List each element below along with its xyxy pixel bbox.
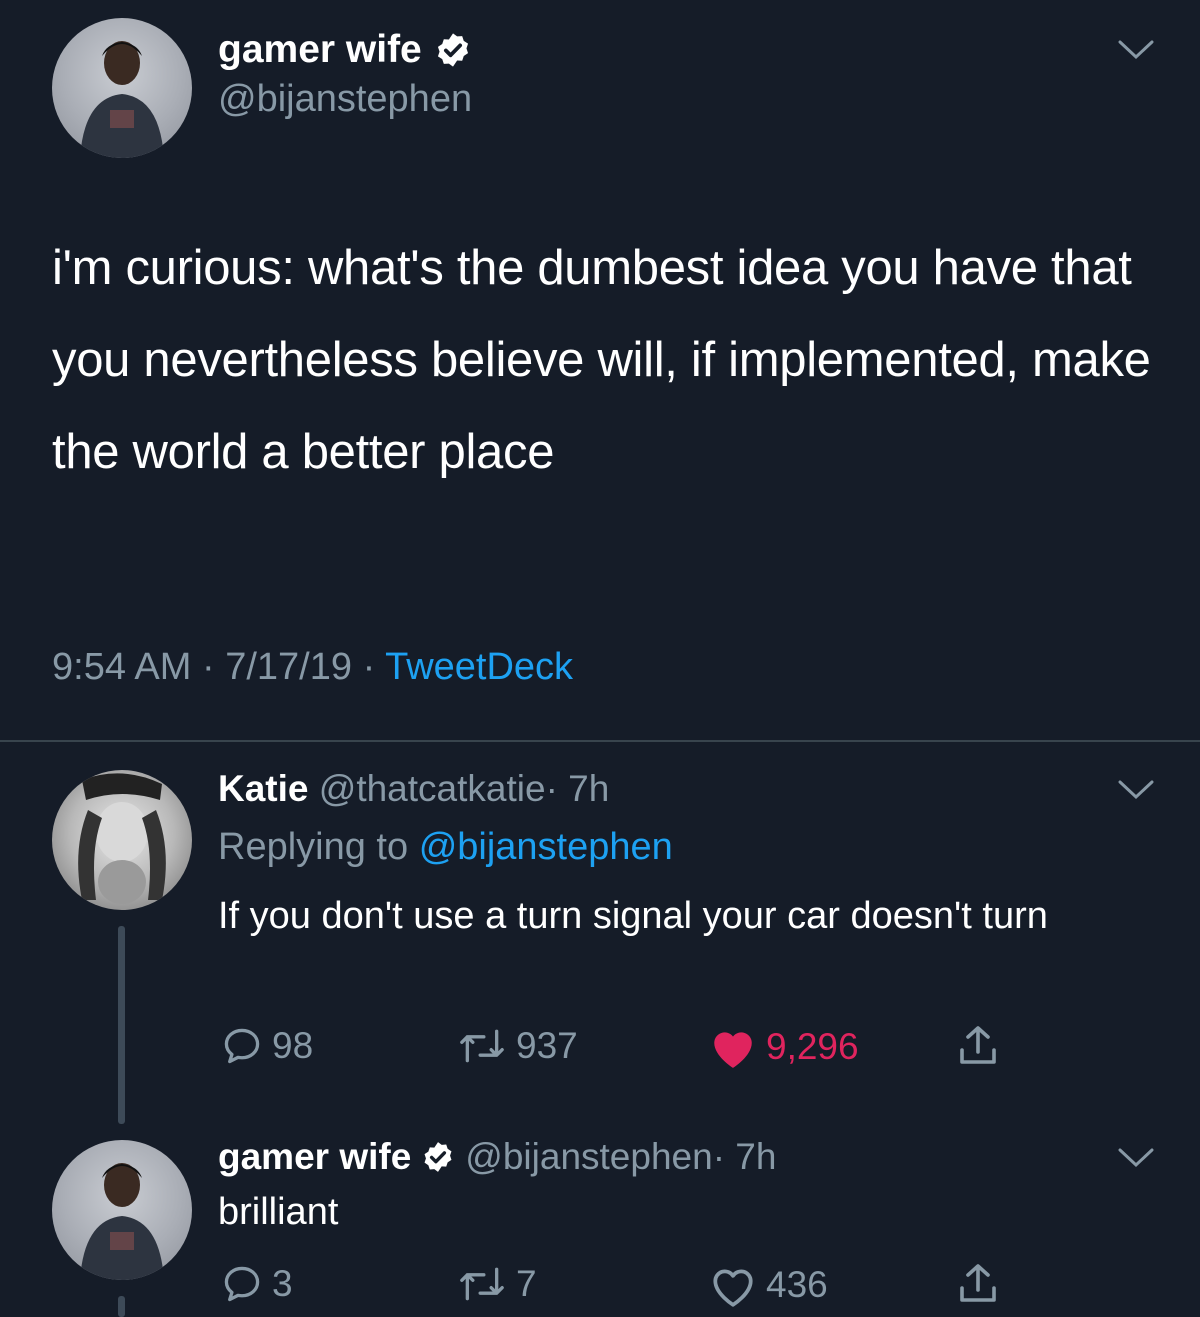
- reply-menu-chevron-icon[interactable]: [1116, 778, 1156, 802]
- person-silhouette-icon: [80, 1163, 164, 1280]
- comment-icon: [224, 1028, 260, 1064]
- verified-badge-icon: [434, 31, 472, 69]
- reply-count: 3: [272, 1263, 293, 1304]
- retweet-action[interactable]: 7: [456, 1262, 537, 1306]
- divider: [0, 740, 1200, 742]
- tweet-menu-chevron-icon[interactable]: [1116, 38, 1156, 62]
- like-count: 9,296: [766, 1026, 859, 1067]
- replying-to-prefix: Replying to: [218, 826, 409, 868]
- share-icon: [960, 1026, 996, 1064]
- reply-handle[interactable]: @thatcatkatie: [319, 768, 546, 809]
- replying-to-link[interactable]: @bijanstephen: [419, 826, 673, 868]
- reply-display-name[interactable]: gamer wife: [218, 1136, 411, 1178]
- reply-count: 98: [272, 1025, 314, 1066]
- thread-line: [118, 926, 125, 1124]
- reply-action[interactable]: 98: [220, 1024, 313, 1068]
- reply-age: · 7h: [712, 1136, 777, 1177]
- tweet-metadata: 9:54 AM · 7/17/19 · TweetDeck: [52, 646, 573, 689]
- like-count: 436: [766, 1264, 828, 1305]
- reply-age: · 7h: [545, 768, 610, 809]
- reply-display-name[interactable]: Katie: [218, 768, 308, 809]
- retweet-icon: [460, 1029, 504, 1063]
- reply-avatar[interactable]: [52, 770, 192, 910]
- meta-separator: ·: [201, 646, 215, 688]
- heart-filled-icon: [714, 1032, 752, 1068]
- retweet-count: 7: [516, 1263, 537, 1304]
- tweet-time: 9:54 AM: [52, 646, 192, 688]
- verified-badge-icon: [421, 1140, 455, 1174]
- meta-separator: ·: [362, 646, 376, 688]
- person-with-cat-icon: [78, 773, 166, 904]
- author-name-text: gamer wife: [218, 28, 422, 71]
- replying-to: Replying to @bijanstephen: [218, 826, 673, 869]
- person-silhouette-icon: [80, 41, 164, 158]
- author-avatar[interactable]: [52, 18, 192, 158]
- comment-icon: [224, 1266, 260, 1302]
- reply-header: gamer wife @bijanstephen· 7h: [218, 1136, 776, 1178]
- share-action[interactable]: [954, 1022, 1002, 1070]
- thread-line: [118, 1296, 125, 1317]
- retweet-count: 937: [516, 1025, 578, 1066]
- reply-menu-chevron-icon[interactable]: [1116, 1146, 1156, 1170]
- like-action[interactable]: 436: [708, 1262, 828, 1308]
- reply-action[interactable]: 3: [220, 1262, 293, 1306]
- tweet-date: 7/17/19: [225, 646, 352, 688]
- reply-text: brilliant: [218, 1191, 339, 1233]
- like-action[interactable]: 9,296: [708, 1024, 859, 1070]
- tweet-text: i'm curious: what's the dumbest idea you…: [52, 241, 1151, 479]
- author-handle[interactable]: @bijanstephen: [218, 78, 472, 121]
- reply-text: If you don't use a turn signal your car …: [218, 895, 1048, 937]
- author-display-name[interactable]: gamer wife: [218, 28, 472, 72]
- reply-avatar[interactable]: [52, 1140, 192, 1280]
- retweet-icon: [460, 1267, 504, 1301]
- reply-handle[interactable]: @bijanstephen: [465, 1136, 712, 1177]
- retweet-action[interactable]: 937: [456, 1024, 578, 1068]
- share-icon: [960, 1264, 996, 1302]
- heart-outline-icon: [713, 1269, 753, 1307]
- reply-header: Katie @thatcatkatie· 7h: [218, 768, 609, 810]
- share-action[interactable]: [954, 1260, 1002, 1308]
- tweet-source-link[interactable]: TweetDeck: [385, 646, 573, 688]
